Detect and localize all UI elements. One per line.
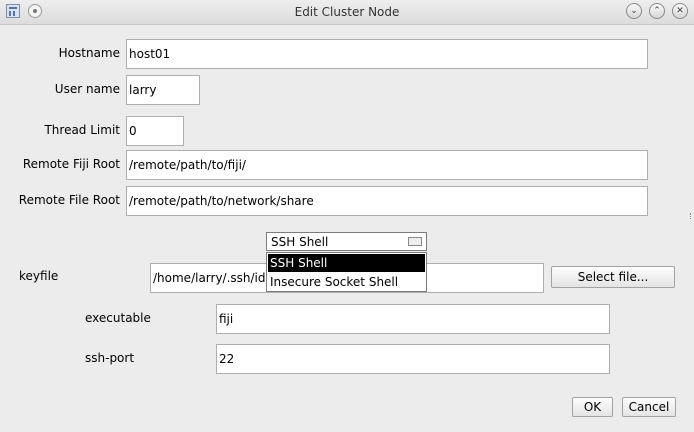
fiji-root-label: Remote Fiji Root bbox=[22, 157, 120, 171]
dropdown-button-icon[interactable] bbox=[408, 237, 422, 246]
ssh-port-input[interactable]: 22 bbox=[216, 344, 610, 374]
hostname-input[interactable]: host01 bbox=[126, 39, 648, 69]
file-root-input[interactable]: /remote/path/to/network/share bbox=[126, 186, 648, 216]
maximize-icon[interactable]: ⌃ bbox=[649, 3, 665, 19]
cancel-button[interactable]: Cancel bbox=[622, 397, 676, 417]
close-icon[interactable]: ✕ bbox=[672, 3, 688, 19]
option-ssh-shell[interactable]: SSH Shell bbox=[268, 254, 425, 272]
thread-limit-input[interactable]: 0 bbox=[126, 116, 184, 146]
username-input[interactable]: larry bbox=[126, 75, 200, 105]
resize-grip[interactable] bbox=[690, 213, 694, 219]
shell-type-select[interactable]: SSH Shell bbox=[266, 232, 427, 251]
fiji-root-input[interactable]: /remote/path/to/fiji/ bbox=[126, 150, 648, 180]
ok-button[interactable]: OK bbox=[572, 397, 613, 417]
select-file-button[interactable]: Select file... bbox=[551, 266, 675, 288]
option-insecure-socket-shell[interactable]: Insecure Socket Shell bbox=[268, 273, 425, 291]
title-bar[interactable]: Edit Cluster Node ⌄ ⌃ ✕ bbox=[0, 0, 694, 25]
username-label: User name bbox=[54, 82, 120, 96]
keyfile-label: keyfile bbox=[19, 269, 59, 283]
thread-limit-label: Thread Limit bbox=[44, 123, 120, 137]
shell-type-dropdown[interactable]: SSH Shell Insecure Socket Shell bbox=[266, 252, 427, 292]
executable-label: executable bbox=[85, 311, 151, 325]
shell-type-selected: SSH Shell bbox=[271, 235, 329, 249]
executable-input[interactable]: fiji bbox=[216, 304, 610, 334]
hostname-label: Hostname bbox=[58, 46, 120, 60]
minimize-icon[interactable]: ⌄ bbox=[626, 3, 642, 19]
ssh-port-label: ssh-port bbox=[85, 351, 135, 365]
window-title: Edit Cluster Node bbox=[294, 5, 400, 19]
file-root-label: Remote File Root bbox=[18, 193, 120, 207]
